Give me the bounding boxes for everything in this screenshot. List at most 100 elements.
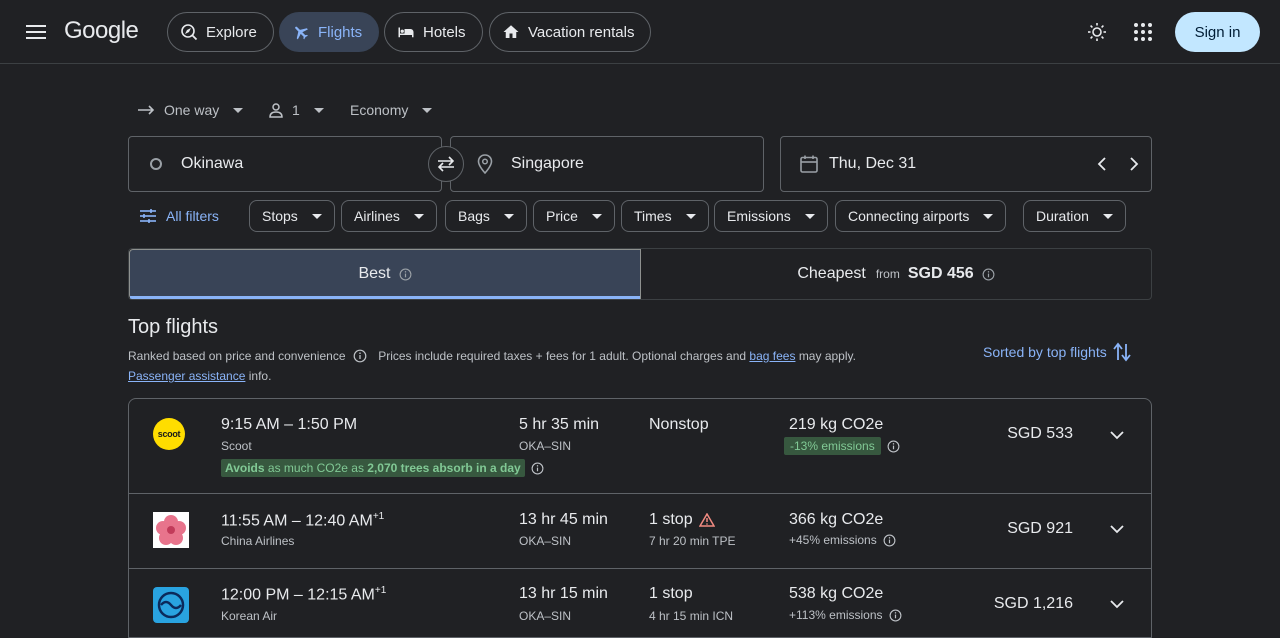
tab-cheapest[interactable]: Cheapest from SGD 456 bbox=[641, 249, 1151, 299]
layover-info: 7 hr 20 min TPE bbox=[649, 534, 736, 548]
google-logo[interactable]: Google bbox=[64, 17, 139, 45]
passenger-count: 1 bbox=[292, 102, 300, 118]
location-pin-icon bbox=[477, 154, 493, 174]
passenger-assistance-link[interactable]: Passenger assistance bbox=[128, 369, 245, 383]
cabin-class-value: Economy bbox=[350, 102, 409, 118]
cheapest-price: SGD 456 bbox=[907, 265, 974, 282]
info-text: info. bbox=[248, 369, 272, 383]
plum-blossom-icon bbox=[153, 512, 189, 548]
sort-by-button[interactable]: Sorted by top flights bbox=[983, 342, 1131, 362]
flight-row[interactable]: 11:55 AM – 12:40 AM+1 China Airlines 13 … bbox=[129, 494, 1151, 569]
filter-times[interactable]: Times bbox=[621, 200, 709, 232]
google-apps-button[interactable] bbox=[1131, 20, 1155, 44]
results-disclaimer: Ranked based on price and convenience Pr… bbox=[128, 346, 928, 386]
filter-connecting-airports[interactable]: Connecting airports bbox=[835, 200, 1007, 232]
flight-row[interactable]: 12:00 PM – 12:15 AM+1 Korean Air 13 hr 1… bbox=[129, 569, 1151, 637]
info-icon[interactable] bbox=[889, 609, 902, 622]
flight-times-value: 12:00 PM – 12:15 AM bbox=[221, 586, 375, 604]
co2-value: 538 kg CO2e bbox=[789, 585, 884, 602]
expand-button[interactable] bbox=[1105, 423, 1129, 447]
flight-icon bbox=[295, 26, 308, 40]
sort-arrows-icon bbox=[1113, 342, 1131, 362]
info-icon[interactable] bbox=[531, 462, 544, 475]
flight-times: 11:55 AM – 12:40 AM+1 bbox=[221, 511, 384, 530]
filter-emissions[interactable]: Emissions bbox=[714, 200, 828, 232]
chevron-down-icon bbox=[503, 213, 514, 219]
korean-air-logo bbox=[153, 587, 189, 623]
filter-duration[interactable]: Duration bbox=[1023, 200, 1126, 232]
origin-circle-icon bbox=[150, 158, 162, 170]
info-icon[interactable] bbox=[399, 268, 412, 281]
info-icon[interactable] bbox=[883, 534, 896, 547]
tab-best-label: Best bbox=[358, 265, 391, 282]
swap-icon bbox=[437, 156, 455, 172]
tab-cheapest-label: Cheapest bbox=[797, 265, 866, 282]
expand-button[interactable] bbox=[1105, 517, 1129, 541]
flight-duration: 13 hr 15 min bbox=[519, 585, 608, 602]
origin-field[interactable]: Okinawa bbox=[128, 136, 442, 192]
trip-type-value: One way bbox=[164, 102, 220, 118]
tab-vacation-rentals[interactable]: Vacation rentals bbox=[489, 12, 652, 52]
flight-stops: Nonstop bbox=[649, 416, 709, 434]
info-icon[interactable] bbox=[887, 440, 900, 453]
warning-icon[interactable] bbox=[698, 513, 715, 527]
flight-price: SGD 533 bbox=[1007, 425, 1073, 442]
expand-button[interactable] bbox=[1105, 592, 1129, 616]
avoid-middle: as much CO2e as bbox=[267, 461, 364, 475]
co2-avoid-note: Avoids as much CO2e as 2,070 trees absor… bbox=[221, 459, 544, 477]
tab-flights[interactable]: Flights bbox=[279, 12, 380, 52]
tab-explore[interactable]: Explore bbox=[167, 12, 274, 52]
cabin-class-select[interactable]: Economy bbox=[350, 98, 433, 122]
chevron-down-icon bbox=[233, 107, 244, 113]
all-filters-button[interactable]: All filters bbox=[140, 200, 219, 232]
bag-fees-link[interactable]: bag fees bbox=[749, 349, 795, 363]
main-menu-button[interactable] bbox=[20, 16, 52, 48]
previous-date-button[interactable] bbox=[1090, 152, 1114, 176]
taegeuk-icon bbox=[157, 591, 185, 619]
sign-in-button[interactable]: Sign in bbox=[1175, 12, 1260, 52]
filter-stops-label: Stops bbox=[262, 208, 298, 224]
bed-icon bbox=[398, 27, 414, 38]
destination-value: Singapore bbox=[511, 155, 584, 172]
tab-hotels[interactable]: Hotels bbox=[384, 12, 483, 52]
departure-date-value: Thu, Dec 31 bbox=[829, 155, 917, 172]
tab-explore-label: Explore bbox=[206, 23, 257, 41]
chevron-down-icon bbox=[1110, 430, 1124, 439]
plus-day: +1 bbox=[372, 511, 385, 522]
tab-hotels-label: Hotels bbox=[423, 23, 466, 41]
filter-bags[interactable]: Bags bbox=[445, 200, 527, 232]
filter-times-label: Times bbox=[634, 208, 672, 224]
info-icon[interactable] bbox=[982, 268, 995, 281]
filter-bags-label: Bags bbox=[458, 208, 490, 224]
chevron-down-icon bbox=[413, 213, 424, 219]
arrow-right-icon bbox=[138, 105, 155, 115]
filter-stops[interactable]: Stops bbox=[249, 200, 335, 232]
theme-toggle-button[interactable] bbox=[1085, 20, 1109, 44]
flight-row[interactable]: scoot 9:15 AM – 1:50 PM Scoot Avoids as … bbox=[129, 399, 1151, 494]
filter-airlines[interactable]: Airlines bbox=[341, 200, 437, 232]
tab-best[interactable]: Best bbox=[129, 249, 641, 299]
chevron-down-icon bbox=[311, 213, 322, 219]
info-icon[interactable] bbox=[353, 349, 367, 363]
destination-field[interactable]: Singapore bbox=[450, 136, 764, 192]
top-app-bar: Google Explore Flights Hotels Vacation r… bbox=[0, 0, 1280, 64]
passengers-select[interactable]: 1 bbox=[268, 98, 324, 122]
emissions-badge: -13% emissions bbox=[784, 437, 881, 455]
trip-type-select[interactable]: One way bbox=[138, 98, 244, 122]
flight-times: 9:15 AM – 1:50 PM bbox=[221, 416, 357, 434]
flight-stops: 1 stop bbox=[649, 585, 693, 603]
flight-times-value: 9:15 AM – 1:50 PM bbox=[221, 416, 358, 433]
swap-locations-button[interactable] bbox=[428, 146, 464, 182]
plus-day: +1 bbox=[374, 585, 387, 596]
flight-list: scoot 9:15 AM – 1:50 PM Scoot Avoids as … bbox=[128, 398, 1152, 638]
calendar-icon bbox=[800, 155, 818, 173]
section-title: Top flights bbox=[128, 316, 219, 338]
filter-price[interactable]: Price bbox=[533, 200, 615, 232]
avoid-trees: 2,070 trees absorb in a day bbox=[367, 461, 521, 475]
tab-flights-label: Flights bbox=[318, 23, 363, 41]
co2-value: 366 kg CO2e bbox=[789, 511, 884, 528]
flight-duration: 13 hr 45 min bbox=[519, 511, 608, 528]
next-date-button[interactable] bbox=[1122, 152, 1146, 176]
chevron-down-icon bbox=[1110, 599, 1124, 608]
scoot-logo-text: scoot bbox=[157, 429, 181, 439]
